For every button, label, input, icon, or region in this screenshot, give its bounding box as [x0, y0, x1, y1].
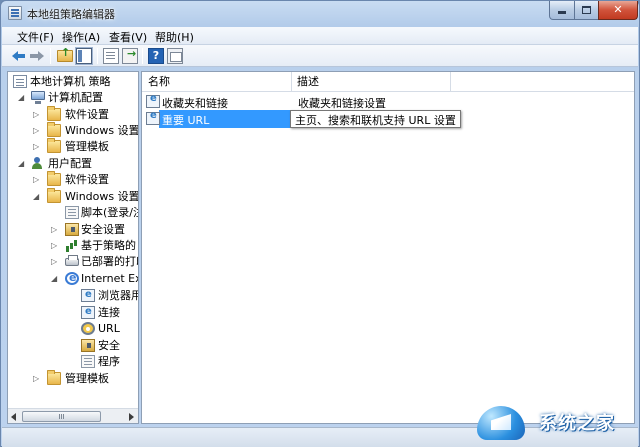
up-folder-icon[interactable]	[57, 46, 73, 62]
expand-arrow-icon[interactable]: ▷	[33, 139, 42, 155]
column-header-description[interactable]: 描述	[291, 72, 319, 92]
tree-item-label: Windows 设置	[65, 190, 139, 203]
expand-arrow-icon[interactable]: ▷	[33, 172, 42, 188]
tree-item-label: 管理模板	[65, 372, 109, 385]
folder-icon	[47, 171, 61, 186]
item-description-tooltip: 主页、搜索和联机支持 URL 设置	[290, 110, 461, 128]
forward-arrow-icon[interactable]	[29, 48, 45, 64]
title-bar[interactable]: 本地组策略编辑器 ✕	[1, 1, 639, 27]
item-name: 重要 URL	[162, 114, 210, 127]
menu-view[interactable]: 查看(V)	[107, 29, 149, 45]
expand-arrow-icon[interactable]: ▷	[33, 371, 42, 387]
list-header: 名称 描述	[142, 72, 634, 92]
minimize-icon	[558, 11, 566, 14]
tree-pane: 本地计算机 策略 ◢ 计算机配置 ▷ 软件设置 ▷ Windows 设置 ▷ 管…	[7, 71, 139, 424]
list-item-important-urls[interactable]: 重要 URL 主页、搜索和联机支持 URL 设置	[142, 110, 634, 128]
toolbar-separator	[142, 48, 143, 64]
collapse-arrow-icon[interactable]: ◢	[51, 271, 60, 287]
scroll-right-icon[interactable]	[129, 413, 134, 421]
toolbar: ?	[2, 45, 638, 67]
folder-icon	[47, 122, 61, 137]
tree-item-label: 计算机配置	[48, 91, 103, 104]
security-icon	[65, 223, 79, 236]
tree-item-label: 程序	[98, 355, 120, 368]
menu-action[interactable]: 操作(A)	[60, 29, 102, 45]
collapse-arrow-icon[interactable]: ◢	[18, 90, 27, 106]
menu-bar: 文件(F) 操作(A) 查看(V) 帮助(H)	[2, 27, 638, 45]
folder-open-icon	[47, 188, 61, 203]
close-icon: ✕	[613, 3, 623, 16]
collapse-arrow-icon[interactable]: ◢	[18, 156, 27, 172]
maximize-button[interactable]	[574, 1, 599, 20]
ie-icon	[65, 270, 79, 286]
tree-item-label: 安全设置	[81, 223, 125, 236]
close-button[interactable]: ✕	[598, 1, 638, 20]
tree-item-label: 管理模板	[65, 140, 109, 153]
export-list-icon[interactable]	[122, 47, 138, 64]
tree-item-label: 安全	[98, 339, 120, 352]
expand-arrow-icon[interactable]: ▷	[33, 107, 42, 123]
menu-file[interactable]: 文件(F)	[15, 29, 56, 45]
toolbar-separator	[97, 48, 98, 64]
horizontal-scrollbar[interactable]	[8, 408, 138, 423]
ie-settings-icon	[81, 287, 95, 303]
scroll-left-icon[interactable]	[11, 413, 16, 421]
tree-item-label: Internet Exp	[81, 272, 138, 285]
folder-icon	[47, 106, 61, 121]
console-properties-icon[interactable]	[167, 48, 183, 64]
tree-item-label: 浏览器用户	[98, 289, 138, 302]
item-name: 收藏夹和链接	[162, 97, 228, 110]
window-title: 本地组策略编辑器	[27, 8, 115, 21]
tree-item-label: 软件设置	[65, 108, 109, 121]
policy-editor-icon	[8, 6, 22, 20]
folder-icon	[47, 138, 61, 153]
connection-icon	[81, 304, 95, 320]
qos-chart-icon	[65, 239, 79, 252]
toolbar-separator	[50, 48, 51, 64]
maximize-icon	[582, 6, 591, 14]
policy-tree: 本地计算机 策略 ◢ 计算机配置 ▷ 软件设置 ▷ Windows 设置 ▷ 管…	[8, 72, 139, 408]
expand-arrow-icon[interactable]: ▷	[51, 254, 60, 270]
watermark-text: 系统之家	[539, 413, 615, 434]
tree-item-label: 本地计算机 策略	[30, 75, 111, 88]
help-icon[interactable]: ?	[148, 48, 164, 64]
tree-item-label: 软件设置	[65, 173, 109, 186]
expand-arrow-icon[interactable]: ▷	[51, 238, 60, 254]
item-description: 收藏夹和链接设置	[298, 97, 386, 110]
tree-item-label: URL	[98, 322, 120, 335]
folder-icon	[47, 370, 61, 385]
details-pane: 名称 描述 收藏夹和链接 收藏夹和链接设置 重要 URL 主页、搜索和联机支持 …	[141, 71, 635, 424]
user-icon	[31, 157, 43, 170]
url-policy-icon	[146, 110, 160, 125]
printer-icon	[65, 255, 79, 266]
url-icon	[81, 322, 95, 335]
scrollbar-thumb[interactable]	[22, 411, 101, 422]
lock-icon	[81, 339, 95, 352]
tree-item-label: 连接	[98, 306, 120, 319]
logo-house-icon	[477, 406, 525, 440]
tree-item-label: Windows 设置	[65, 124, 139, 137]
tree-item-label: 脚本(登录/注	[81, 206, 139, 219]
tree-item-label: 已部署的打印	[81, 255, 138, 268]
column-divider[interactable]	[450, 72, 451, 92]
computer-icon	[31, 91, 45, 104]
properties-doc-icon[interactable]	[103, 48, 119, 64]
menu-help[interactable]: 帮助(H)	[153, 29, 196, 45]
collapse-arrow-icon[interactable]: ◢	[33, 189, 42, 205]
policy-icon	[13, 75, 27, 88]
watermark-logo: 系统之家	[471, 396, 640, 447]
column-header-name[interactable]: 名称	[142, 72, 170, 92]
back-arrow-icon[interactable]	[11, 48, 27, 64]
script-icon	[65, 206, 79, 219]
expand-arrow-icon[interactable]: ▷	[33, 123, 42, 139]
minimize-button[interactable]	[549, 1, 575, 20]
tree-item-label: 用户配置	[48, 157, 92, 170]
tree-item-label: 基于策略的 Q	[81, 239, 138, 252]
list-item-favorites[interactable]: 收藏夹和链接 收藏夹和链接设置	[142, 93, 634, 111]
show-hide-tree-icon[interactable]	[75, 47, 93, 65]
expand-arrow-icon[interactable]: ▷	[51, 222, 60, 238]
favorites-policy-icon	[146, 93, 160, 108]
app-window: 本地组策略编辑器 ✕ 文件(F) 操作(A) 查看(V) 帮助(H) ? 本地计…	[0, 0, 640, 447]
programs-icon	[81, 355, 95, 368]
